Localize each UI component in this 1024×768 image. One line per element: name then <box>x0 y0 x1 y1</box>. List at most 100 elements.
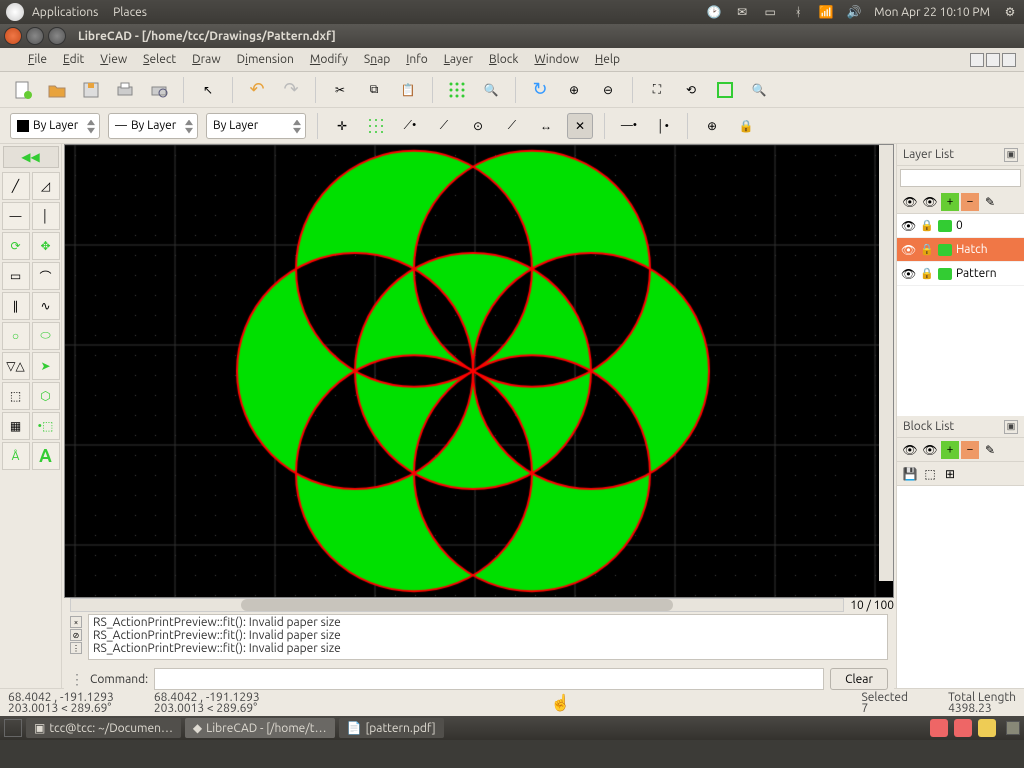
tool-polyline-icon[interactable]: ⬡ <box>32 382 60 410</box>
cursor-icon[interactable]: ↖ <box>195 77 221 103</box>
redo-icon[interactable]: ↷ <box>278 77 304 103</box>
menu-modify[interactable]: Modify <box>310 53 348 66</box>
restrict-vertical-icon[interactable]: │• <box>650 113 676 139</box>
tool-curve-icon[interactable]: ∿ <box>32 292 60 320</box>
zoom-previous-icon[interactable]: ⟲ <box>678 77 704 103</box>
layer-row[interactable]: 👁🔒0 <box>897 214 1024 238</box>
log-menu-icon[interactable]: ⋮ <box>70 642 82 654</box>
tray-icon-2[interactable] <box>954 719 972 737</box>
linetype-combo[interactable]: By Layer <box>206 113 306 139</box>
tool-line-icon[interactable]: ╱ <box>2 172 30 200</box>
tool-back-button[interactable]: ◀◀ <box>3 146 59 168</box>
tool-offset-icon[interactable]: ➤ <box>32 352 60 380</box>
block-showall-icon[interactable]: 👁 <box>901 441 919 459</box>
open-file-icon[interactable] <box>44 77 70 103</box>
command-handle-icon[interactable]: ⋮ <box>70 671 84 688</box>
log-clear-icon[interactable]: ⊘ <box>70 629 82 641</box>
task-terminal[interactable]: ▣ tcc@tcc: ~/Documen… <box>26 718 181 738</box>
snap-middle-icon[interactable]: ⟋ <box>499 113 525 139</box>
snap-intersection-icon[interactable]: ✕ <box>567 113 593 139</box>
layer-remove-icon[interactable]: − <box>961 193 979 211</box>
wifi-icon[interactable]: 📶 <box>818 4 834 20</box>
print-icon[interactable] <box>112 77 138 103</box>
command-input[interactable] <box>154 668 824 690</box>
lock-icon[interactable]: 🔒 <box>920 267 934 280</box>
redraw-icon[interactable]: ↻ <box>527 77 553 103</box>
trash-icon[interactable] <box>1006 721 1020 735</box>
task-librecad[interactable]: ◆ LibreCAD - [/home/t… <box>185 718 335 738</box>
zoom-pan-icon[interactable]: 🔍 <box>746 77 772 103</box>
tool-rotate-icon[interactable]: ⟳ <box>2 232 30 260</box>
menu-file[interactable]: File <box>28 53 47 66</box>
lock-icon[interactable]: 🔒 <box>920 243 934 256</box>
visibility-icon[interactable]: 👁 <box>901 219 916 233</box>
show-desktop-icon[interactable] <box>4 719 22 737</box>
new-file-icon[interactable] <box>10 77 36 103</box>
linewidth-combo[interactable]: —By Layer <box>108 113 198 139</box>
layer-filter-input[interactable] <box>900 169 1021 187</box>
tool-mirror-icon[interactable]: ▽△ <box>2 352 30 380</box>
snap-grid-icon[interactable] <box>363 113 389 139</box>
menu-dimension[interactable]: Dimension <box>237 53 294 66</box>
printer-icon[interactable] <box>938 220 952 232</box>
clock-text[interactable]: Mon Apr 22 10:10 PM <box>874 6 990 19</box>
clear-button[interactable]: Clear <box>830 668 888 690</box>
tool-dimension-icon[interactable]: Å <box>2 442 30 470</box>
layer-edit-icon[interactable]: ✎ <box>981 193 999 211</box>
layer-row[interactable]: 👁🔒Hatch <box>897 238 1024 262</box>
task-pdf[interactable]: 📄 [pattern.pdf] <box>339 718 444 738</box>
relative-zero-icon[interactable]: ⊕ <box>699 113 725 139</box>
print-preview-icon[interactable] <box>146 77 172 103</box>
block-hideall-icon[interactable]: 👁 <box>921 441 939 459</box>
layer-showall-icon[interactable]: 👁 <box>901 193 919 211</box>
tool-rect-icon[interactable]: ▭ <box>2 262 30 290</box>
tool-ellipse-icon[interactable]: ⬭ <box>32 322 60 350</box>
mdi-restore-icon[interactable] <box>986 53 1000 67</box>
tray-icon-3[interactable] <box>978 719 996 737</box>
zoom-auto-icon[interactable]: ⛶ <box>644 77 670 103</box>
save-icon[interactable] <box>78 77 104 103</box>
menu-layer[interactable]: Layer <box>444 53 473 66</box>
menu-window[interactable]: Window <box>534 53 578 66</box>
lock-relative-zero-icon[interactable]: 🔒 <box>733 113 759 139</box>
tool-vline-icon[interactable]: │ <box>32 202 60 230</box>
snap-endpoint-icon[interactable]: ⟋• <box>397 113 423 139</box>
menu-block[interactable]: Block <box>489 53 518 66</box>
snap-free-icon[interactable]: ✛ <box>329 113 355 139</box>
volume-icon[interactable]: 🔊 <box>846 4 862 20</box>
tool-arc-icon[interactable]: ⌒ <box>32 262 60 290</box>
battery-icon[interactable]: ▭ <box>762 4 778 20</box>
printer-icon[interactable] <box>938 268 952 280</box>
restrict-horizontal-icon[interactable]: —• <box>616 113 642 139</box>
tool-hatch-icon[interactable]: ▦ <box>2 412 30 440</box>
window-close-button[interactable] <box>4 27 22 45</box>
visibility-icon[interactable]: 👁 <box>901 267 916 281</box>
layer-row[interactable]: 👁🔒Pattern <box>897 262 1024 286</box>
menu-draw[interactable]: Draw <box>192 53 221 66</box>
tool-move-icon[interactable]: ✥ <box>32 232 60 260</box>
command-log[interactable]: RS_ActionPrintPreview::fit(): Invalid pa… <box>88 614 888 660</box>
power-icon[interactable]: ⚙ <box>1002 4 1018 20</box>
tool-hline-icon[interactable]: — <box>2 202 30 230</box>
grid-toggle-icon[interactable] <box>444 77 470 103</box>
tray-icon-1[interactable] <box>930 719 948 737</box>
tool-select-icon[interactable]: ⬚ <box>2 382 30 410</box>
snap-center-icon[interactable]: ⊙ <box>465 113 491 139</box>
menu-info[interactable]: Info <box>406 53 428 66</box>
menu-view[interactable]: View <box>100 53 127 66</box>
mdi-minimize-icon[interactable] <box>970 53 984 67</box>
bluetooth-icon[interactable]: ᚼ <box>790 4 806 20</box>
cut-icon[interactable]: ✂ <box>327 77 353 103</box>
zoom-out-icon[interactable]: ⊖ <box>595 77 621 103</box>
mail-icon[interactable]: ✉ <box>734 4 750 20</box>
block-save-icon[interactable]: 💾 <box>901 465 919 483</box>
block-add-icon[interactable]: + <box>941 441 959 459</box>
log-close-icon[interactable]: × <box>70 616 82 628</box>
tool-angle-icon[interactable]: ◿ <box>32 172 60 200</box>
block-list[interactable] <box>897 486 1024 688</box>
tool-circle-icon[interactable]: ○ <box>2 322 30 350</box>
block-edit-icon[interactable]: ✎ <box>981 441 999 459</box>
tool-point-icon[interactable]: •⬚ <box>32 412 60 440</box>
tool-text-icon[interactable]: A <box>32 442 60 470</box>
snap-distance-icon[interactable]: ↔ <box>533 113 559 139</box>
